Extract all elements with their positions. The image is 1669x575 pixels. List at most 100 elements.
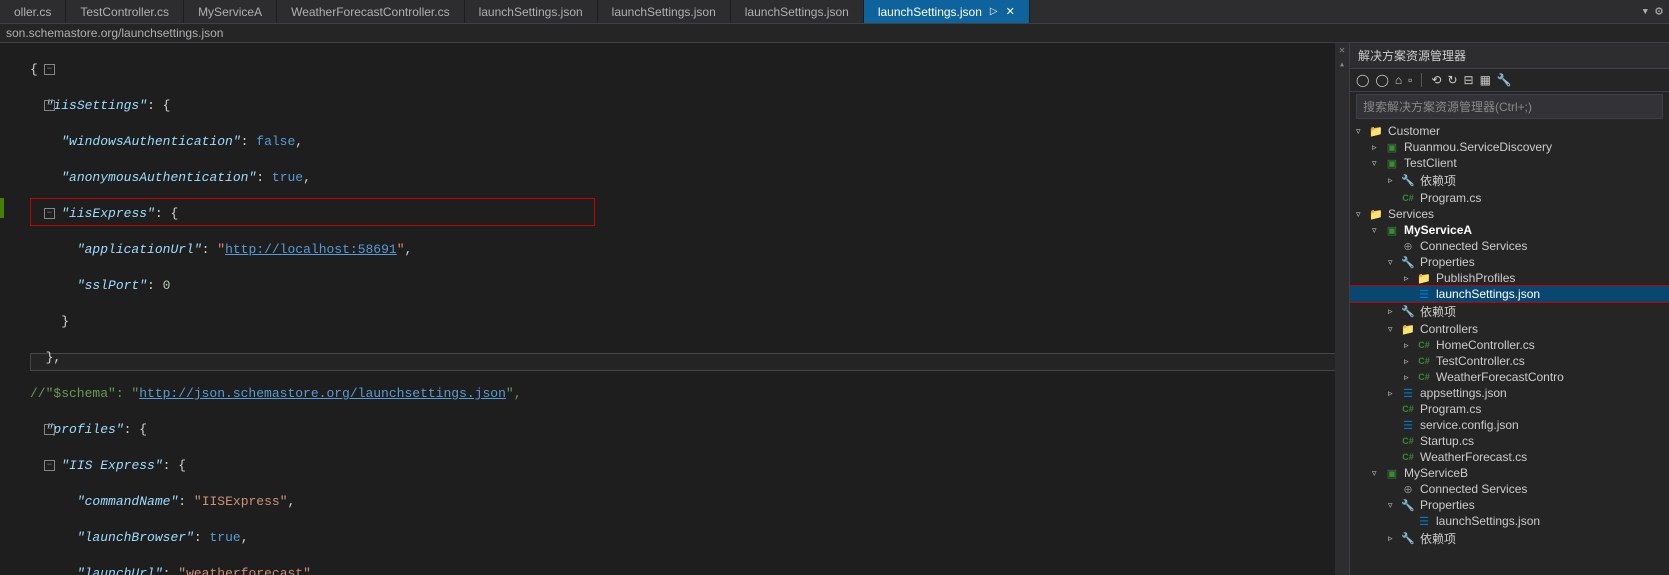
scroll-up-icon[interactable]: ▴ (1335, 59, 1349, 71)
breadcrumb: son.schemastore.org/launchsettings.json (0, 24, 1669, 43)
wrench-icon: 🔧 (1400, 256, 1416, 269)
tree-item-label: Ruanmou.ServiceDiscovery (1404, 140, 1552, 154)
tab-oller[interactable]: oller.cs (0, 0, 66, 23)
expand-icon[interactable]: ▿ (1372, 468, 1384, 479)
forward-icon[interactable]: ◯ (1375, 73, 1388, 87)
tree-item[interactable]: ▹▣ Ruanmou.ServiceDiscovery (1350, 139, 1669, 155)
vertical-scrollbar[interactable]: ✕ ▴ (1335, 43, 1349, 575)
proj-icon: ▣ (1384, 467, 1400, 480)
wrench-icon: 🔧 (1400, 305, 1416, 318)
close-icon[interactable]: ✕ (1006, 5, 1015, 18)
fold-icon[interactable]: − (44, 424, 55, 435)
view-icon[interactable]: ▫ (1408, 73, 1412, 87)
tree-item[interactable]: ▹📁 PublishProfiles (1350, 270, 1669, 286)
tree-item-label: Program.cs (1420, 191, 1481, 205)
tree-item[interactable]: C#WeatherForecast.cs (1350, 449, 1669, 465)
proj-icon: ▣ (1384, 141, 1400, 154)
gear-icon[interactable]: ⚙ (1655, 4, 1663, 19)
expand-icon[interactable]: ▿ (1356, 209, 1368, 220)
expand-icon[interactable]: ▿ (1388, 324, 1400, 335)
expand-icon[interactable]: ▹ (1388, 175, 1400, 186)
tree-item-label: WeatherForecast.cs (1420, 450, 1527, 464)
expand-icon[interactable]: ▿ (1388, 500, 1400, 511)
expand-icon[interactable]: ▿ (1356, 126, 1368, 137)
tab-launchsettings-2[interactable]: launchSettings.json (598, 0, 731, 23)
expand-icon[interactable]: ▹ (1404, 356, 1416, 367)
dropdown-icon[interactable]: ▾ (1641, 4, 1649, 19)
show-icon[interactable]: ▦ (1480, 73, 1491, 87)
pin-icon[interactable]: ▷ (990, 6, 998, 17)
tree-item[interactable]: ☰launchSettings.json (1350, 513, 1669, 529)
tree-item[interactable]: ▹🔧依赖项 (1350, 302, 1669, 321)
tab-bar: oller.cs TestController.cs MyServiceA We… (0, 0, 1669, 24)
tree-item[interactable]: ▹C#WeatherForecastContro (1350, 369, 1669, 385)
tree-item-label: Controllers (1420, 322, 1478, 336)
tree-item-label: Startup.cs (1420, 434, 1474, 448)
expand-icon[interactable]: ▹ (1404, 273, 1416, 284)
properties-icon[interactable]: 🔧 (1497, 73, 1512, 87)
expand-icon[interactable]: ▿ (1388, 257, 1400, 268)
tree-item-label: Connected Services (1420, 239, 1527, 253)
tree-item[interactable]: ▿▣ MyServiceB (1350, 465, 1669, 481)
tree-item[interactable]: ▹C#HomeController.cs (1350, 337, 1669, 353)
tree-item-label: Properties (1420, 498, 1475, 512)
tab-launchsettings-3[interactable]: launchSettings.json (731, 0, 864, 23)
expand-icon[interactable]: ▹ (1388, 306, 1400, 317)
conn-icon: ⊕ (1400, 240, 1416, 253)
tree-item-label: Program.cs (1420, 402, 1481, 416)
tree-item[interactable]: ▿▣MyServiceA (1350, 222, 1669, 238)
home-icon[interactable]: ⌂ (1395, 73, 1402, 87)
tree-item[interactable]: ▹C#TestController.cs (1350, 353, 1669, 369)
json-icon: ☰ (1416, 288, 1432, 301)
split-icon[interactable]: ✕ (1335, 45, 1349, 57)
expand-icon[interactable]: ▹ (1388, 388, 1400, 399)
tree-item[interactable]: ▿📁Customer (1350, 123, 1669, 139)
tree-item[interactable]: ▿🔧Properties (1350, 254, 1669, 270)
expand-icon[interactable]: ▹ (1404, 340, 1416, 351)
back-icon[interactable]: ◯ (1356, 73, 1369, 87)
tree-item[interactable]: ⊕Connected Services (1350, 481, 1669, 497)
tree-item[interactable]: ▹🔧依赖项 (1350, 529, 1669, 548)
fold-icon[interactable]: − (44, 64, 55, 75)
panel-toolbar: ◯ ◯ ⌂ ▫ ⟲ ↻ ⊟ ▦ 🔧 (1350, 69, 1669, 92)
cs-icon: C# (1416, 356, 1432, 366)
collapse-icon[interactable]: ⊟ (1464, 73, 1474, 87)
fold-icon[interactable]: − (44, 460, 55, 471)
expand-icon[interactable]: ▹ (1388, 533, 1400, 544)
tree-item[interactable]: ▿📁Controllers (1350, 321, 1669, 337)
tree-item[interactable]: C#Program.cs (1350, 190, 1669, 206)
sync-icon[interactable]: ⟲ (1431, 73, 1441, 87)
expand-icon[interactable]: ▿ (1372, 158, 1384, 169)
wrench-icon: 🔧 (1400, 174, 1416, 187)
tree-item-label: PublishProfiles (1436, 271, 1515, 285)
tree-item[interactable]: ▿▣TestClient (1350, 155, 1669, 171)
fold-icon[interactable]: − (44, 100, 55, 111)
expand-icon[interactable]: ▹ (1404, 372, 1416, 383)
expand-icon[interactable]: ▹ (1372, 142, 1384, 153)
code-editor[interactable]: −{ − "iisSettings": { "windowsAuthentica… (0, 43, 1349, 575)
tree-item-label: Services (1388, 207, 1434, 221)
tree-item[interactable]: ⊕ Connected Services (1350, 238, 1669, 254)
expand-icon[interactable]: ▿ (1372, 225, 1384, 236)
tab-launchsettings-active[interactable]: launchSettings.json ▷ ✕ (864, 0, 1030, 23)
folder-icon: 📁 (1416, 272, 1432, 285)
tree-item[interactable]: ▹🔧依赖项 (1350, 171, 1669, 190)
tree-item-label: MyServiceB (1404, 466, 1468, 480)
tree-item-label: launchSettings.json (1436, 287, 1540, 301)
tab-myservicea[interactable]: MyServiceA (184, 0, 277, 23)
tree-item[interactable]: ▿📁 Services (1350, 206, 1669, 222)
tree-item[interactable]: ▹☰appsettings.json (1350, 385, 1669, 401)
tab-launchsettings-1[interactable]: launchSettings.json (465, 0, 598, 23)
tab-testcontroller[interactable]: TestController.cs (66, 0, 184, 23)
folder-icon: 📁 (1368, 208, 1384, 221)
tree-item[interactable]: ☰ launchSettings.json (1350, 286, 1669, 302)
tab-weatherforecast[interactable]: WeatherForecastController.cs (277, 0, 465, 23)
tree-item[interactable]: ▿🔧Properties (1350, 497, 1669, 513)
search-input[interactable]: 搜索解决方案资源管理器(Ctrl+;) (1356, 94, 1663, 119)
tree-item[interactable]: C#Program.cs (1350, 401, 1669, 417)
solution-explorer: 解决方案资源管理器 ◯ ◯ ⌂ ▫ ⟲ ↻ ⊟ ▦ 🔧 搜索解决方案资源管理器(… (1349, 43, 1669, 575)
fold-icon[interactable]: − (44, 208, 55, 219)
tree-item[interactable]: ☰service.config.json (1350, 417, 1669, 433)
tree-item[interactable]: C#Startup.cs (1350, 433, 1669, 449)
refresh-icon[interactable]: ↻ (1447, 73, 1457, 87)
